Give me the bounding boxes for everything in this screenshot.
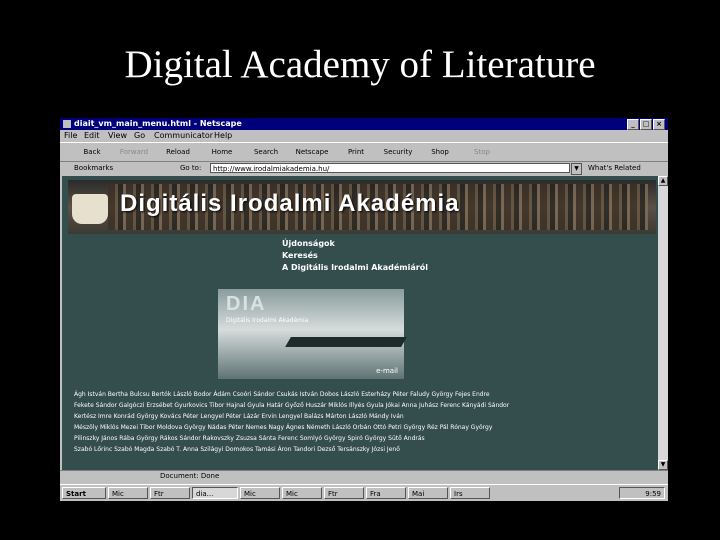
status-bar: Document: Done xyxy=(60,470,668,483)
location-label: Go to: xyxy=(180,164,202,172)
taskbar-item[interactable]: Mic xyxy=(240,487,280,499)
shop-button[interactable]: Shop xyxy=(422,145,458,159)
stop-button[interactable]: Stop xyxy=(464,145,500,159)
author-row[interactable]: Mészöly Miklós Mezei Tibor Moldova Györg… xyxy=(74,422,650,433)
banner-title: Digitális Irodalmi Akadémia xyxy=(120,190,460,217)
status-text: Document: Done xyxy=(160,472,220,480)
netscape-button[interactable]: Netscape xyxy=(294,145,330,159)
taskbar-item-active[interactable]: dia... xyxy=(192,487,238,499)
lake-photo: DIA Digitális Irodalmi Akadémia e-mail xyxy=(218,289,407,379)
maximize-button[interactable]: □ xyxy=(640,119,652,130)
open-book-icon xyxy=(72,194,108,224)
windows-taskbar: Start Mic Ftr dia... Mic Mic Ftr Fra Mai… xyxy=(60,484,668,501)
navigation-toolbar: Back Forward Reload Home Search Netscape… xyxy=(60,142,668,162)
author-row[interactable]: Kertész Imre Konrád György Kovács Péter … xyxy=(74,411,650,422)
link-about[interactable]: A Digitális Irodalmi Akadémiáról xyxy=(282,262,428,274)
author-list: Ágh István Bertha Bulcsu Bertók László B… xyxy=(74,389,650,455)
dia-logo: DIA xyxy=(226,293,267,315)
taskbar-item[interactable]: Fra xyxy=(366,487,406,499)
link-search[interactable]: Keresés xyxy=(282,250,428,262)
author-row[interactable]: Ágh István Bertha Bulcsu Bertók László B… xyxy=(74,389,650,400)
back-button[interactable]: Back xyxy=(74,145,110,159)
menu-help[interactable]: Help xyxy=(214,131,232,140)
window-titlebar[interactable]: diait_vm_main_menu.html - Netscape _ □ × xyxy=(60,118,668,130)
window-title: diait_vm_main_menu.html - Netscape xyxy=(74,119,242,128)
taskbar-item[interactable]: Irs xyxy=(450,487,490,499)
menu-view[interactable]: View xyxy=(108,131,127,140)
taskbar-item[interactable]: Ftr xyxy=(324,487,364,499)
browser-window: diait_vm_main_menu.html - Netscape _ □ ×… xyxy=(60,118,668,501)
author-row[interactable]: Pilinszky János Rába György Rákos Sándor… xyxy=(74,433,650,444)
location-toolbar: Bookmarks Go to: http://www.irodalmiakad… xyxy=(60,162,668,176)
home-button[interactable]: Home xyxy=(204,145,240,159)
taskbar-item[interactable]: Ftr xyxy=(150,487,190,499)
bookmarks-button[interactable]: Bookmarks xyxy=(74,164,113,172)
taskbar-item[interactable]: Mic xyxy=(282,487,322,499)
netscape-icon xyxy=(63,120,71,128)
reload-button[interactable]: Reload xyxy=(160,145,196,159)
scroll-up-icon[interactable]: ▲ xyxy=(658,176,668,186)
author-row[interactable]: Fekete Sándor Galgóczi Erzsébet Gyurkovi… xyxy=(74,400,650,411)
vertical-scrollbar[interactable]: ▲ ▼ xyxy=(658,176,668,470)
menu-communicator[interactable]: Communicator xyxy=(154,131,213,140)
slide-title: Digital Academy of Literature xyxy=(124,43,596,86)
taskbar-item[interactable]: Mic xyxy=(108,487,148,499)
link-news[interactable]: Újdonságok xyxy=(282,238,428,250)
site-banner: Digitális Irodalmi Akadémia xyxy=(68,180,656,234)
main-links: Újdonságok Keresés A Digitális Irodalmi … xyxy=(282,238,428,274)
menu-bar: File Edit View Go Communicator Help xyxy=(60,130,668,142)
url-input[interactable]: http://www.irodalmiakademia.hu/ xyxy=(210,163,570,173)
system-clock: 9:59 xyxy=(619,487,665,499)
start-button[interactable]: Start xyxy=(62,487,106,499)
scroll-down-icon[interactable]: ▼ xyxy=(658,460,668,470)
menu-file[interactable]: File xyxy=(64,131,77,140)
author-row[interactable]: Szabó Lőrinc Szabó Magda Szabó T. Anna S… xyxy=(74,444,650,455)
whats-related-button[interactable]: What's Related xyxy=(588,164,641,172)
taskbar-item[interactable]: Mai xyxy=(408,487,448,499)
forward-button[interactable]: Forward xyxy=(116,145,152,159)
print-button[interactable]: Print xyxy=(338,145,374,159)
page-content: Digitális Irodalmi Akadémia Újdonságok K… xyxy=(62,176,658,470)
search-button[interactable]: Search xyxy=(248,145,284,159)
chevron-down-icon[interactable]: ▼ xyxy=(571,163,582,175)
minimize-button[interactable]: _ xyxy=(627,119,639,130)
pier-image xyxy=(285,337,407,347)
security-button[interactable]: Security xyxy=(380,145,416,159)
menu-go[interactable]: Go xyxy=(134,131,145,140)
email-link[interactable]: e-mail xyxy=(376,367,398,375)
logo-subtitle: Digitális Irodalmi Akadémia xyxy=(226,317,309,324)
menu-edit[interactable]: Edit xyxy=(84,131,100,140)
close-button[interactable]: × xyxy=(653,119,665,130)
